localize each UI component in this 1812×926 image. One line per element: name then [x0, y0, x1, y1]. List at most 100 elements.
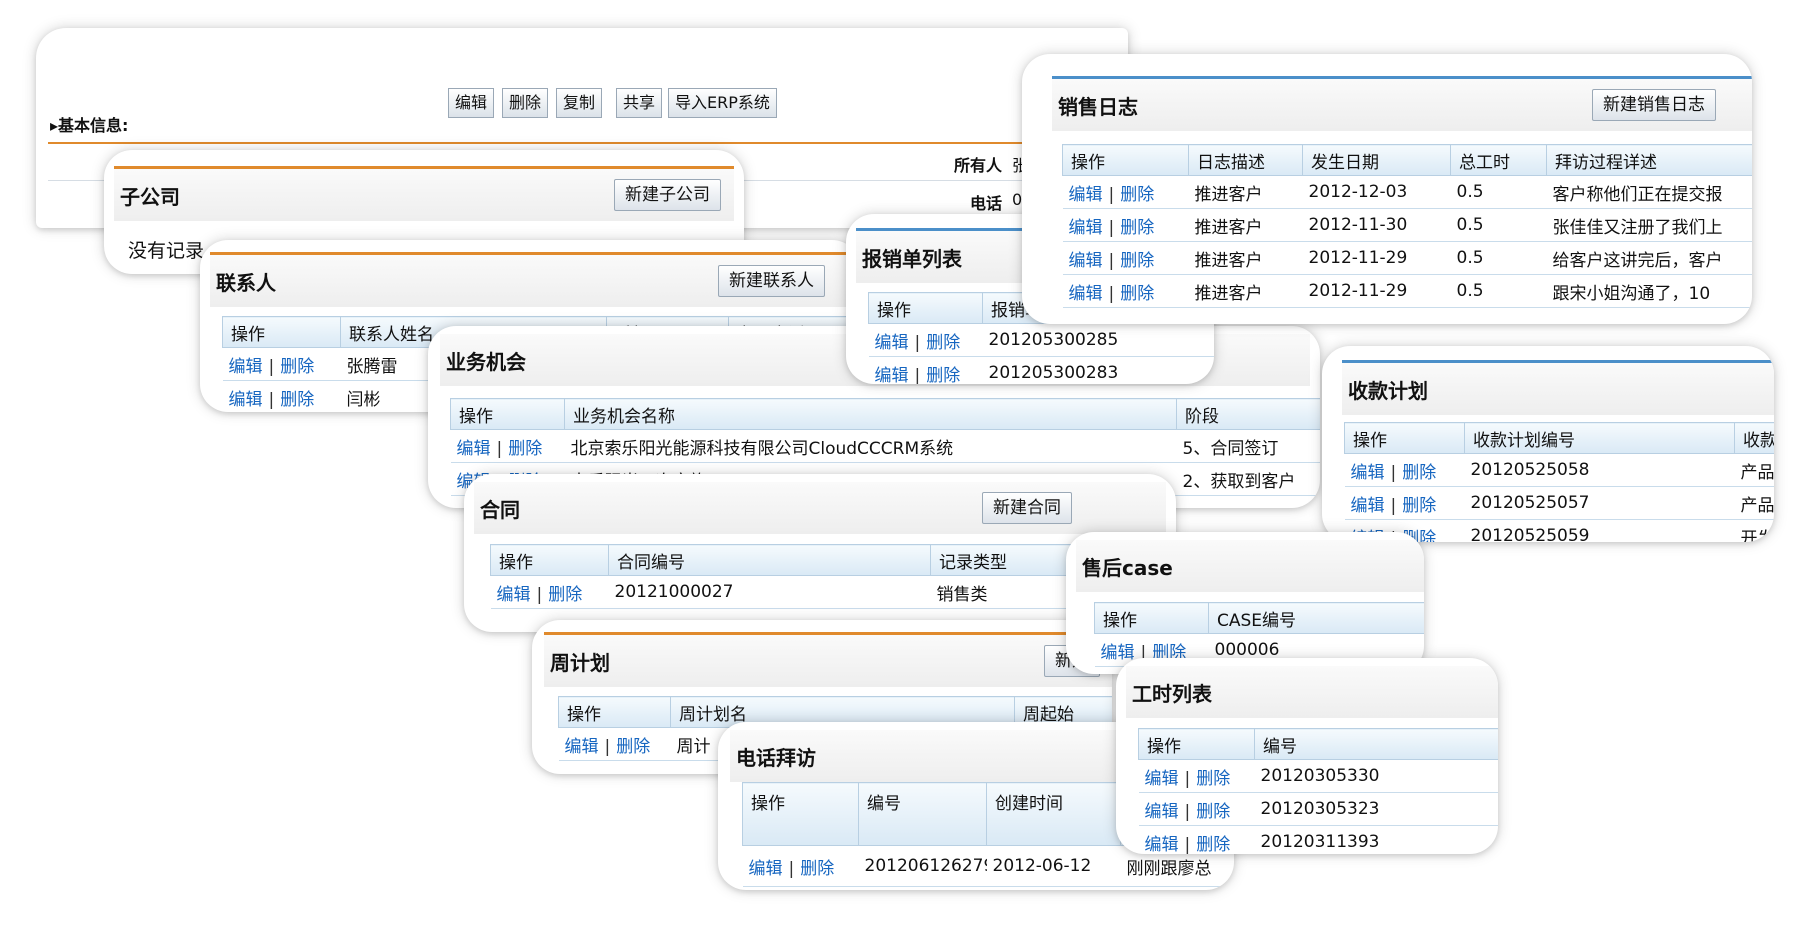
delete-link[interactable]: 删除	[1196, 802, 1230, 822]
delete-link[interactable]: 删除	[1120, 284, 1154, 304]
edit-button[interactable]: 编辑	[448, 88, 495, 118]
table-row: 编辑 | 删除 北京索乐阳光能源科技有限公司CloudCCCRM系统 5、合同签订	[450, 429, 1320, 463]
action-separator: |	[604, 736, 611, 757]
subsidiary-header: 子公司 新建子公司	[114, 166, 734, 221]
delete-link[interactable]: 删除	[1196, 769, 1230, 789]
delete-link[interactable]: 删除	[280, 390, 314, 410]
action-separator: |	[1184, 801, 1191, 822]
log-description[interactable]: 推进客户	[1188, 208, 1303, 242]
table-header-row: 操作 CASE编号	[1094, 602, 1424, 634]
log-description[interactable]: 推进客户	[1188, 175, 1303, 209]
phone-visit-title: 电话拜访	[736, 746, 816, 770]
table-row: 编辑 | 删除 推进客户 2012-12-03 0.5 客户称他们正在提交报	[1062, 175, 1752, 209]
new-contract-button[interactable]: 新建合同	[982, 492, 1072, 524]
edit-link[interactable]: 编辑	[1069, 218, 1103, 238]
table-row: 编辑 | 删除 推进客户 2012-11-29 0.5 给客户这讲完后，客户	[1062, 241, 1752, 275]
delete-link[interactable]: 删除	[1402, 496, 1436, 516]
delete-link[interactable]: 删除	[1120, 251, 1154, 271]
col-header: 编号	[1254, 728, 1498, 760]
col-header: 操作	[490, 544, 609, 576]
edit-link[interactable]: 编辑	[229, 357, 263, 377]
edit-link[interactable]: 编辑	[1069, 284, 1103, 304]
edit-link[interactable]: 编辑	[1145, 769, 1179, 789]
payment-plan-number[interactable]: 20120525057	[1464, 486, 1735, 520]
col-header: 创建时间	[986, 782, 1121, 846]
sales-log-title: 销售日志	[1058, 95, 1138, 119]
basic-info-section[interactable]: ▸基本信息:	[50, 112, 128, 136]
opportunity-name[interactable]: 北京索乐阳光能源科技有限公司CloudCCCRM系统	[564, 429, 1177, 463]
edit-link[interactable]: 编辑	[875, 366, 909, 385]
contract-number[interactable]: 20121000027	[608, 575, 931, 609]
payment-plan-number[interactable]: 20120525059	[1464, 519, 1735, 542]
weekly-plan-title: 周计划	[550, 651, 610, 675]
delete-link[interactable]: 删除	[1120, 218, 1154, 238]
delete-link[interactable]: 删除	[616, 737, 650, 757]
edit-link[interactable]: 编辑	[1069, 185, 1103, 205]
timesheet-number[interactable]: 20120305323	[1254, 792, 1498, 826]
payment-type: 开发	[1734, 519, 1774, 542]
import-erp-button[interactable]: 导入ERP系统	[668, 88, 777, 118]
row-actions: 编辑|删除	[1344, 453, 1465, 487]
timesheet-number[interactable]: 20120311393	[1254, 825, 1498, 854]
col-header: 合同编号	[608, 544, 931, 576]
new-sales-log-button[interactable]: 新建销售日志	[1592, 89, 1716, 121]
delete-link[interactable]: 删除	[548, 585, 582, 605]
log-detail: 给客户这讲完后，客户	[1546, 241, 1752, 275]
edit-link[interactable]: 编辑	[1145, 835, 1179, 855]
timesheet-number[interactable]: 20120305330	[1254, 759, 1498, 793]
col-header: 发生日期	[1302, 144, 1451, 176]
owner-label: 所有人	[954, 156, 1003, 175]
edit-link[interactable]: 编辑	[1351, 496, 1385, 516]
edit-link[interactable]: 编辑	[1069, 251, 1103, 271]
delete-link[interactable]: 删除	[1402, 463, 1436, 483]
delete-link[interactable]: 删除	[926, 366, 960, 385]
delete-link[interactable]: 删除	[1120, 185, 1154, 205]
col-header: 日志描述	[1188, 144, 1303, 176]
delete-link[interactable]: 删除	[508, 439, 542, 459]
payment-plan-number[interactable]: 20120525058	[1464, 453, 1735, 487]
new-contact-button[interactable]: 新建联系人	[718, 265, 825, 297]
payment-plan-header: 收款计划	[1342, 360, 1774, 415]
payment-plan-title: 收款计划	[1348, 379, 1428, 403]
share-button[interactable]: 共享	[616, 88, 663, 118]
col-header: 操作	[742, 782, 859, 846]
visit-number[interactable]: 201206126279	[858, 845, 987, 887]
row-actions: 编辑|删除	[1062, 175, 1189, 209]
action-separator: |	[496, 438, 503, 459]
edit-link[interactable]: 编辑	[229, 390, 263, 410]
table-row: 编辑 | 删除 推进客户 2012-11-29 0.5 跟宋小姐沟通了，10	[1062, 274, 1752, 308]
copy-button[interactable]: 复制	[556, 88, 603, 118]
edit-link[interactable]: 编辑	[497, 585, 531, 605]
edit-link[interactable]: 编辑	[457, 439, 491, 459]
delete-link[interactable]: 删除	[800, 859, 834, 879]
action-separator: |	[788, 858, 795, 879]
col-header: 拜访过程详述	[1546, 144, 1752, 176]
delete-link[interactable]: 删除	[926, 333, 960, 353]
expense-number[interactable]: 201205300285	[982, 323, 1214, 357]
log-description[interactable]: 推进客户	[1188, 241, 1303, 275]
delete-link[interactable]: 删除	[1196, 835, 1230, 855]
delete-button[interactable]: 删除	[502, 88, 549, 118]
visit-created-time: 2012-06-12	[986, 845, 1121, 887]
table-row: 编辑 | 删除 20120311393	[1138, 825, 1498, 855]
delete-link[interactable]: 删除	[280, 357, 314, 377]
log-date: 2012-12-03	[1302, 175, 1451, 209]
timesheet-title: 工时列表	[1132, 682, 1212, 706]
action-separator: |	[1184, 768, 1191, 789]
edit-link[interactable]: 编辑	[1145, 802, 1179, 822]
edit-link[interactable]: 编辑	[1101, 643, 1135, 663]
log-description[interactable]: 推进客户	[1188, 274, 1303, 308]
edit-link[interactable]: 编辑	[749, 859, 783, 879]
empty-record-text: 没有记录	[128, 240, 205, 262]
expense-title: 报销单列表	[862, 247, 962, 271]
expense-number[interactable]: 201205300283	[982, 356, 1214, 384]
timesheet-table: 操作 编号 编辑 | 删除 20120305330 编辑 | 删除 2012030532…	[1138, 728, 1498, 854]
col-header: 业务机会名称	[564, 398, 1177, 430]
row-actions: 编辑|删除	[222, 347, 341, 381]
edit-link[interactable]: 编辑	[875, 333, 909, 353]
phone-label: 电话	[970, 194, 1003, 213]
new-subsidiary-button[interactable]: 新建子公司	[614, 179, 721, 211]
edit-link[interactable]: 编辑	[1351, 463, 1385, 483]
action-separator: |	[268, 356, 275, 377]
edit-link[interactable]: 编辑	[565, 737, 599, 757]
